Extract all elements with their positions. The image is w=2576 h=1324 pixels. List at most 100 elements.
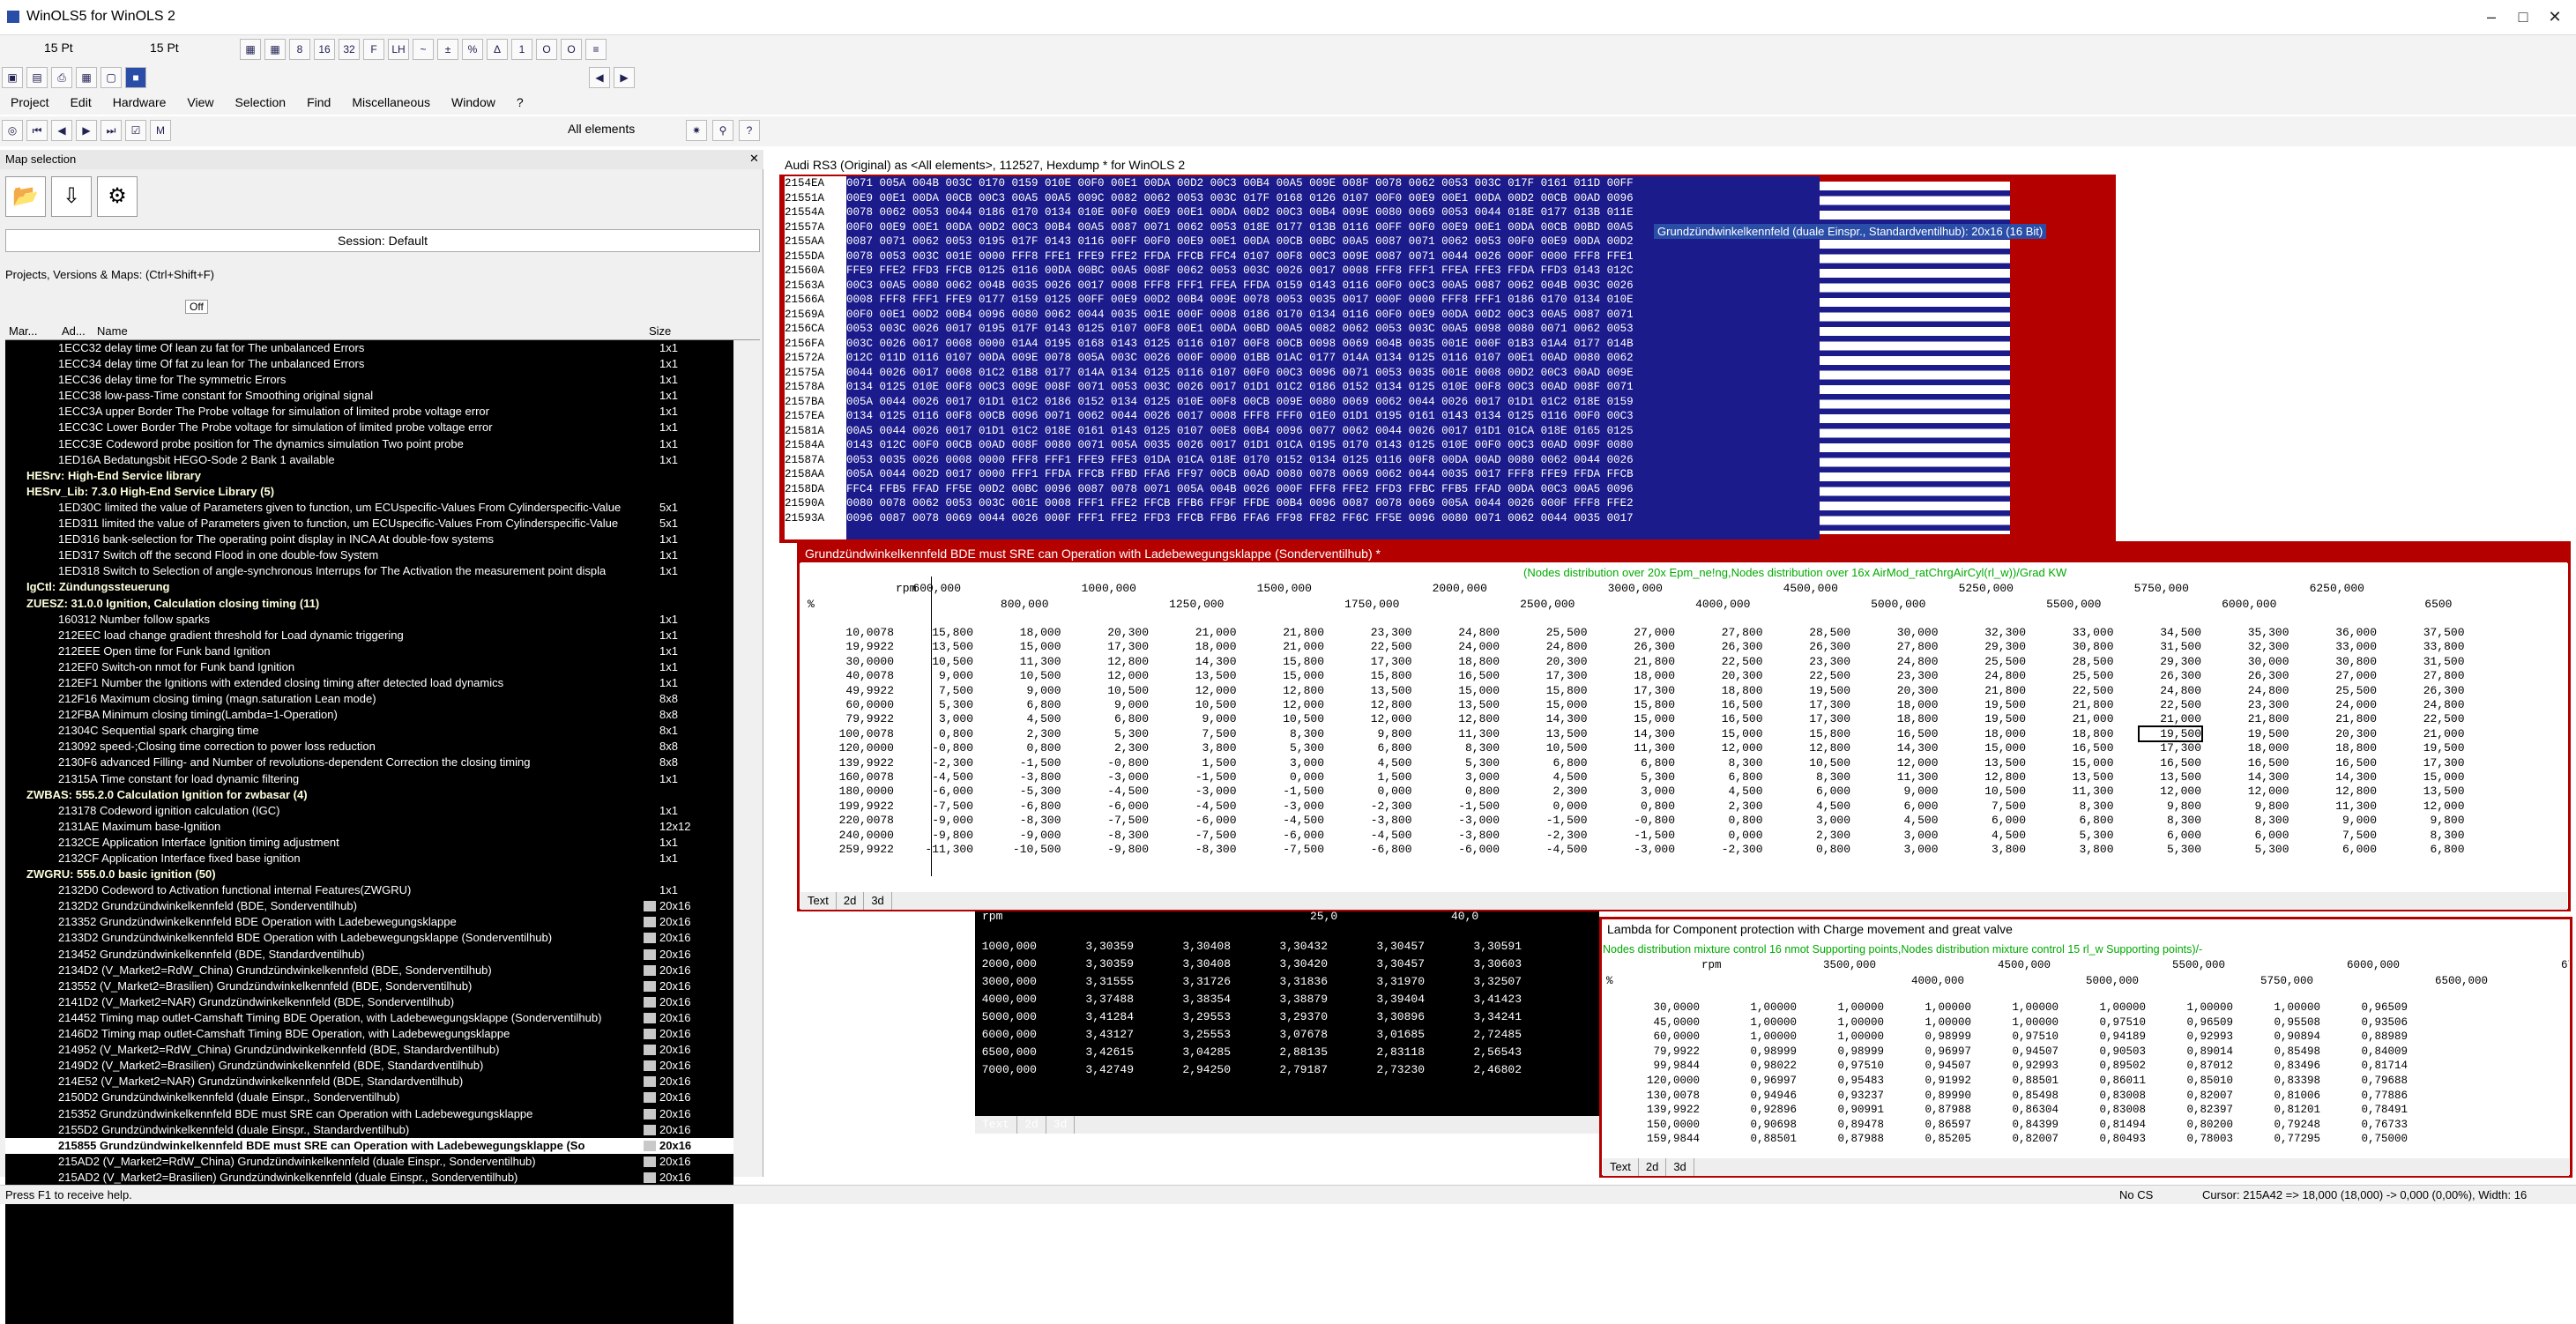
map-cell[interactable]: 18,000 <box>1877 698 1939 711</box>
map-cell[interactable]: -8,300 <box>1175 843 1237 856</box>
map-cell[interactable]: -7,500 <box>1175 829 1237 842</box>
map-cell[interactable]: 9,000 <box>2315 814 2377 827</box>
map-cell[interactable]: -0,800 <box>1087 756 1149 770</box>
lambda-cell[interactable]: 0,90991 <box>1822 1104 1884 1116</box>
tree-folder[interactable]: ZUESZ: 31.0.0 Ignition, Calculation clos… <box>5 596 733 612</box>
map-cell[interactable]: 12,800 <box>1789 741 1850 755</box>
map-cell[interactable]: 16,500 <box>1438 669 1500 682</box>
orig-icon[interactable]: O <box>536 39 557 60</box>
map-cell[interactable]: 0,000 <box>1262 770 1324 784</box>
map-cell[interactable]: 23,300 <box>2228 698 2289 711</box>
map-cell[interactable]: 12,000 <box>1175 684 1237 697</box>
map-cell[interactable]: 27,800 <box>1877 640 1939 653</box>
float-icon[interactable]: F <box>363 39 384 60</box>
map-cell[interactable]: -6,800 <box>1351 843 1412 856</box>
map-cell[interactable]: 16,500 <box>2140 756 2201 770</box>
map-cell[interactable]: 24,800 <box>2228 684 2289 697</box>
hex32-icon[interactable]: 32 <box>339 39 360 60</box>
map-cell[interactable]: 37,500 <box>2403 626 2465 639</box>
map-cell[interactable]: 10,500 <box>1087 684 1149 697</box>
forward-icon[interactable]: ▶ <box>76 120 97 141</box>
map-cell[interactable]: 32,300 <box>2228 640 2289 653</box>
map-cell[interactable]: 22,500 <box>2403 712 2465 725</box>
map-cell[interactable]: 0,800 <box>912 727 973 740</box>
map-cell[interactable]: 23,300 <box>1877 669 1939 682</box>
map-cell[interactable]: 8,300 <box>1701 756 1762 770</box>
menu-help[interactable]: ? <box>506 92 534 113</box>
lambda-cell[interactable]: 0,82007 <box>1997 1133 2059 1145</box>
map-cell[interactable]: 13,500 <box>2140 770 2201 784</box>
map-cell[interactable]: -9,000 <box>912 814 973 827</box>
map-cell[interactable]: 16,500 <box>2052 741 2114 755</box>
map-cell[interactable]: 11,300 <box>1877 770 1939 784</box>
lambda-cell[interactable]: 0,80200 <box>2171 1119 2233 1131</box>
behind-tab[interactable]: 3d <box>1046 1116 1076 1134</box>
map-cell[interactable]: 3,000 <box>1877 829 1938 842</box>
minimize-button[interactable]: – <box>2474 2 2509 32</box>
map-cell[interactable]: 9,800 <box>1351 727 1411 740</box>
map-cell[interactable]: 6,000 <box>1789 785 1850 798</box>
map-cell[interactable]: 9,800 <box>2403 814 2464 827</box>
lambda-cell[interactable]: 0,89478 <box>1822 1119 1884 1131</box>
map-cell[interactable]: 16,500 <box>1701 712 1763 725</box>
orig2-icon[interactable]: O <box>561 39 582 60</box>
map-cell[interactable]: 3,000 <box>912 712 973 725</box>
map-cell[interactable]: 6,000 <box>2315 843 2377 856</box>
map-cell[interactable]: 22,500 <box>1789 669 1850 682</box>
tree-row[interactable]: 1ED16A Bedatungsbit HEGO-Sode 2 Bank 1 a… <box>5 452 733 468</box>
map-cell[interactable]: 13,500 <box>1526 727 1588 740</box>
menu-project[interactable]: Project <box>0 92 60 113</box>
lambda-cell[interactable]: 0,86011 <box>2084 1075 2146 1087</box>
lambda-cell[interactable]: 0,92993 <box>2171 1030 2233 1043</box>
map-cell[interactable]: -1,500 <box>1438 800 1500 813</box>
lambda-cell[interactable]: 0,90894 <box>2259 1030 2320 1043</box>
map-cell[interactable]: 21,000 <box>2403 727 2465 740</box>
help-icon[interactable]: ? <box>739 120 760 141</box>
map-cell[interactable]: 26,300 <box>2228 669 2289 682</box>
menu-find[interactable]: Find <box>296 92 341 113</box>
map-cell[interactable]: -7,500 <box>1262 843 1324 856</box>
map-cell[interactable]: 6,800 <box>1701 770 1762 784</box>
map-cell[interactable]: 0,800 <box>1000 741 1061 755</box>
lambda-cell[interactable]: 0,80493 <box>2084 1133 2146 1145</box>
lambda-cell[interactable]: 0,89014 <box>2171 1045 2233 1058</box>
map-cell[interactable]: 6,000 <box>1877 800 1938 813</box>
map-cell[interactable]: 27,000 <box>2315 669 2377 682</box>
lambda-cell[interactable]: 0,91992 <box>1910 1075 1971 1087</box>
lohi-icon[interactable]: LH <box>388 39 409 60</box>
map-cell[interactable]: -10,500 <box>1000 843 1061 856</box>
tree-row[interactable]: 1ECC32 delay time Of lean zu fat for The… <box>5 340 733 356</box>
map-cell[interactable]: 30,000 <box>1877 626 1939 639</box>
map-cell[interactable]: 32,300 <box>1964 626 2026 639</box>
map-cell[interactable]: -2,300 <box>1351 800 1412 813</box>
map-icon-2[interactable]: M <box>150 120 171 141</box>
open-icon[interactable]: ▣ <box>2 67 23 88</box>
map-cell[interactable]: -4,500 <box>1087 785 1149 798</box>
map-cell[interactable]: -0,800 <box>912 741 973 755</box>
menu-window[interactable]: Window <box>441 92 506 113</box>
lambda-cell[interactable]: 0,81201 <box>2259 1104 2320 1116</box>
map-cell[interactable]: -1,500 <box>1613 829 1675 842</box>
lambda-cell[interactable]: 0,83008 <box>2084 1090 2146 1102</box>
map-cell[interactable]: 0,000 <box>1351 785 1411 798</box>
tab-text[interactable]: Text <box>800 892 837 910</box>
lambda-cell[interactable]: 1,00000 <box>1910 1016 1971 1029</box>
map-cell[interactable]: -8,300 <box>1000 814 1061 827</box>
map-icon[interactable]: ▦ <box>76 67 97 88</box>
map-cell[interactable]: 22,500 <box>2140 698 2201 711</box>
map-cell[interactable]: 6,000 <box>1964 814 2026 827</box>
map-cell[interactable]: -2,300 <box>1526 829 1588 842</box>
map-cell[interactable]: 3,000 <box>1613 785 1675 798</box>
color-palette-icon[interactable]: ≡ <box>585 39 607 60</box>
map-cell[interactable]: 12,000 <box>2403 800 2465 813</box>
map-cell[interactable]: 11,300 <box>2052 785 2114 798</box>
tree-row[interactable]: 1ECC3A upper Border The Probe voltage fo… <box>5 404 733 420</box>
first-icon[interactable]: ⏮ <box>26 120 48 141</box>
tab-3d[interactable]: 3d <box>864 892 892 910</box>
tree-row[interactable]: 214952 (V_Market2=RdW_China) Grundzündwi… <box>5 1042 733 1058</box>
menu-hardware[interactable]: Hardware <box>102 92 177 113</box>
map-cell[interactable]: 18,000 <box>1964 727 2026 740</box>
map-cell[interactable]: 14,300 <box>1613 727 1675 740</box>
tree-row[interactable]: 212FBA Minimum closing timing(Lambda=1-O… <box>5 707 733 723</box>
map-cell[interactable]: 14,300 <box>2228 770 2289 784</box>
